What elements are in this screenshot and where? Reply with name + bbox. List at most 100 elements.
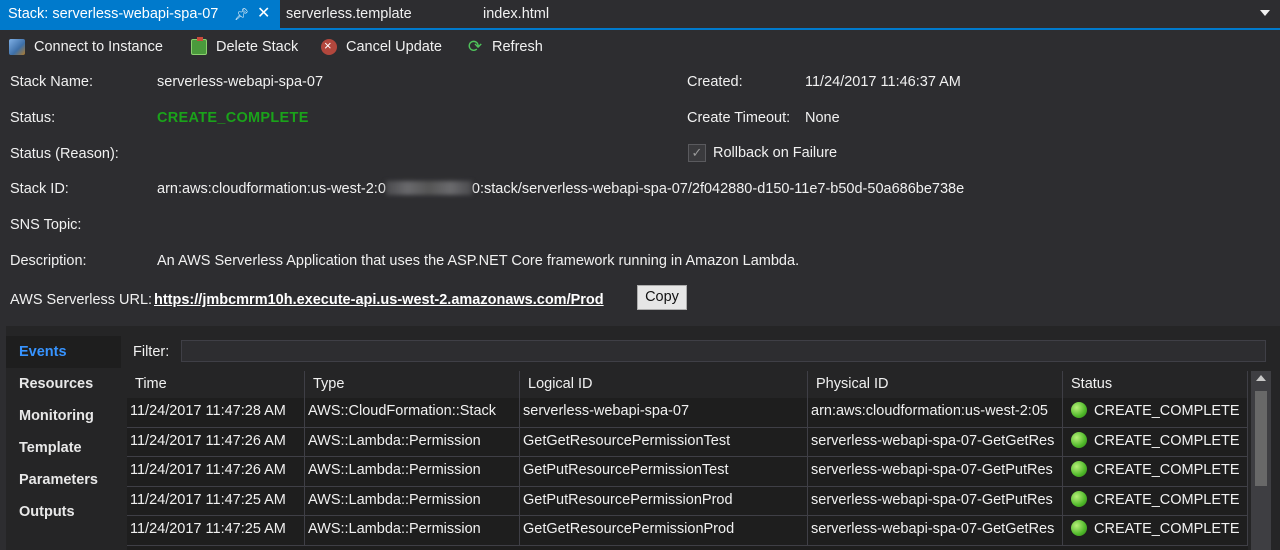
- filter-label: Filter:: [133, 344, 170, 360]
- status-label: Status:: [10, 110, 56, 126]
- filter-input[interactable]: [181, 340, 1266, 362]
- serverless-url-label: AWS Serverless URL:: [10, 292, 153, 308]
- table-row[interactable]: 11/24/2017 11:47:28 AM AWS::CloudFormati…: [127, 398, 1248, 428]
- sidebar-item-resources[interactable]: Resources: [6, 368, 121, 400]
- created-value: 11/24/2017 11:46:37 AM: [805, 74, 961, 90]
- scroll-up-icon[interactable]: [1256, 375, 1266, 381]
- stack-id-suffix: 0:stack/serverless-webapi-spa-07/2f04288…: [471, 181, 965, 197]
- cell-physical-id: arn:aws:cloudformation:us-west-2:05: [808, 398, 1063, 427]
- column-header-status[interactable]: Status: [1063, 371, 1248, 398]
- cell-status: CREATE_COMPLETE: [1063, 457, 1248, 486]
- status-complete-icon: [1071, 431, 1087, 448]
- tab-index-html[interactable]: index.html: [475, 0, 557, 28]
- table-row[interactable]: 11/24/2017 11:47:26 AM AWS::Lambda::Perm…: [127, 457, 1248, 487]
- delete-stack-label: Delete Stack: [216, 39, 299, 55]
- column-header-type[interactable]: Type: [305, 371, 520, 398]
- stack-bottom-pane: Events Resources Monitoring Template Par…: [6, 326, 1280, 550]
- tab-overflow-dropdown-icon[interactable]: [1260, 10, 1270, 16]
- stack-id-label: Stack ID:: [10, 181, 69, 197]
- status-complete-icon: [1071, 520, 1087, 536]
- column-header-physical-id[interactable]: Physical ID: [808, 371, 1063, 398]
- sns-topic-label: SNS Topic:: [10, 217, 82, 233]
- scrollbar-thumb[interactable]: [1255, 391, 1267, 486]
- cell-status-text: CREATE_COMPLETE: [1094, 403, 1240, 419]
- cell-physical-id: serverless-webapi-spa-07-GetGetRes: [808, 516, 1063, 545]
- cell-status-text: CREATE_COMPLETE: [1094, 521, 1240, 537]
- cell-status-text: CREATE_COMPLETE: [1094, 432, 1240, 449]
- create-timeout-value: None: [805, 110, 840, 126]
- description-value: An AWS Serverless Application that uses …: [157, 253, 800, 269]
- status-complete-icon: [1071, 461, 1087, 477]
- stack-toolbar: Connect to Instance Delete Stack Cancel …: [0, 31, 1280, 63]
- cell-logical-id: GetGetResourcePermissionTest: [520, 427, 808, 457]
- cell-logical-id: GetGetResourcePermissionProd: [520, 516, 808, 545]
- created-label: Created:: [687, 74, 743, 90]
- status-complete-icon: [1071, 490, 1087, 507]
- cell-status: CREATE_COMPLETE: [1063, 398, 1248, 427]
- stack-name-value: serverless-webapi-spa-07: [157, 74, 324, 90]
- cell-type: AWS::Lambda::Permission: [305, 457, 520, 486]
- refresh-label: Refresh: [492, 39, 543, 55]
- cell-time: 11/24/2017 11:47:28 AM: [127, 398, 305, 427]
- sidebar-item-template[interactable]: Template: [6, 432, 121, 464]
- cell-status: CREATE_COMPLETE: [1063, 427, 1248, 457]
- cell-logical-id: GetPutResourcePermissionProd: [520, 486, 808, 516]
- cell-status: CREATE_COMPLETE: [1063, 486, 1248, 516]
- cell-time: 11/24/2017 11:47:26 AM: [127, 457, 305, 486]
- status-complete-icon: [1071, 402, 1087, 418]
- delete-stack-button[interactable]: Delete Stack: [191, 36, 298, 58]
- events-scrollbar[interactable]: [1251, 371, 1271, 550]
- refresh-button[interactable]: ⟳ Refresh: [467, 36, 543, 58]
- rollback-checkbox[interactable]: ✓: [688, 144, 706, 162]
- cell-type: AWS::Lambda::Permission: [305, 486, 520, 516]
- cell-status-text: CREATE_COMPLETE: [1094, 462, 1240, 478]
- sidebar: Events Resources Monitoring Template Par…: [6, 336, 121, 528]
- cell-physical-id: serverless-webapi-spa-07-GetGetRes: [808, 427, 1063, 457]
- cell-type: AWS::Lambda::Permission: [305, 516, 520, 545]
- events-grid-header: Time Type Logical ID Physical ID Status: [127, 371, 1248, 398]
- tab-stack-label: Stack: serverless-webapi-spa-07: [8, 6, 219, 22]
- column-header-logical-id[interactable]: Logical ID: [520, 371, 808, 398]
- delete-stack-icon: [191, 37, 207, 55]
- tab-stack[interactable]: Stack: serverless-webapi-spa-07 📌︎ ✕: [0, 0, 280, 28]
- connect-to-instance-button[interactable]: Connect to Instance: [9, 36, 163, 58]
- status-reason-label: Status (Reason):: [10, 146, 119, 162]
- connect-to-instance-label: Connect to Instance: [34, 39, 163, 55]
- table-row[interactable]: 11/24/2017 11:47:25 AM AWS::Lambda::Perm…: [127, 516, 1248, 546]
- cell-time: 11/24/2017 11:47:25 AM: [127, 486, 305, 516]
- serverless-url-link[interactable]: https://jmbcmrm10h.execute-api.us-west-2…: [154, 292, 604, 308]
- cell-physical-id: serverless-webapi-spa-07-GetPutRes: [808, 457, 1063, 486]
- table-row[interactable]: 11/24/2017 11:47:26 AM AWS::Lambda::Perm…: [127, 427, 1248, 457]
- tab-index-html-label: index.html: [483, 6, 550, 22]
- sidebar-item-parameters[interactable]: Parameters: [6, 464, 121, 496]
- cell-logical-id: GetPutResourcePermissionTest: [520, 457, 808, 486]
- cancel-update-label: Cancel Update: [346, 39, 442, 55]
- close-icon[interactable]: ✕: [257, 0, 270, 28]
- cancel-icon: [321, 35, 337, 57]
- stack-id-prefix: arn:aws:cloudformation:us-west-2:0: [157, 181, 386, 197]
- pin-icon[interactable]: 📌︎: [234, 0, 249, 28]
- connect-icon: [9, 39, 25, 55]
- stack-name-label: Stack Name:: [10, 74, 93, 90]
- cell-physical-id: serverless-webapi-spa-07-GetPutRes: [808, 486, 1063, 516]
- cell-status: CREATE_COMPLETE: [1063, 516, 1248, 545]
- copy-url-button[interactable]: Copy: [637, 285, 687, 310]
- sidebar-item-outputs[interactable]: Outputs: [6, 496, 121, 528]
- redacted-account-id: [385, 181, 472, 195]
- document-tab-strip: Stack: serverless-webapi-spa-07 📌︎ ✕ ser…: [0, 0, 1280, 30]
- cell-logical-id: serverless-webapi-spa-07: [520, 398, 808, 427]
- cell-time: 11/24/2017 11:47:25 AM: [127, 516, 305, 545]
- refresh-icon: ⟳: [467, 37, 483, 56]
- events-grid: Time Type Logical ID Physical ID Status …: [127, 371, 1248, 550]
- rollback-label: Rollback on Failure: [713, 145, 838, 161]
- sidebar-item-monitoring[interactable]: Monitoring: [6, 400, 121, 432]
- column-header-time[interactable]: Time: [127, 371, 305, 398]
- cell-status-text: CREATE_COMPLETE: [1094, 491, 1240, 508]
- table-row[interactable]: 11/24/2017 11:47:25 AM AWS::Lambda::Perm…: [127, 486, 1248, 516]
- cell-time: 11/24/2017 11:47:26 AM: [127, 427, 305, 457]
- tab-serverless-template[interactable]: serverless.template: [278, 0, 420, 28]
- sidebar-item-events[interactable]: Events: [6, 336, 121, 368]
- cancel-update-button[interactable]: Cancel Update: [321, 35, 442, 58]
- cell-type: AWS::Lambda::Permission: [305, 427, 520, 457]
- tab-serverless-template-label: serverless.template: [286, 6, 412, 22]
